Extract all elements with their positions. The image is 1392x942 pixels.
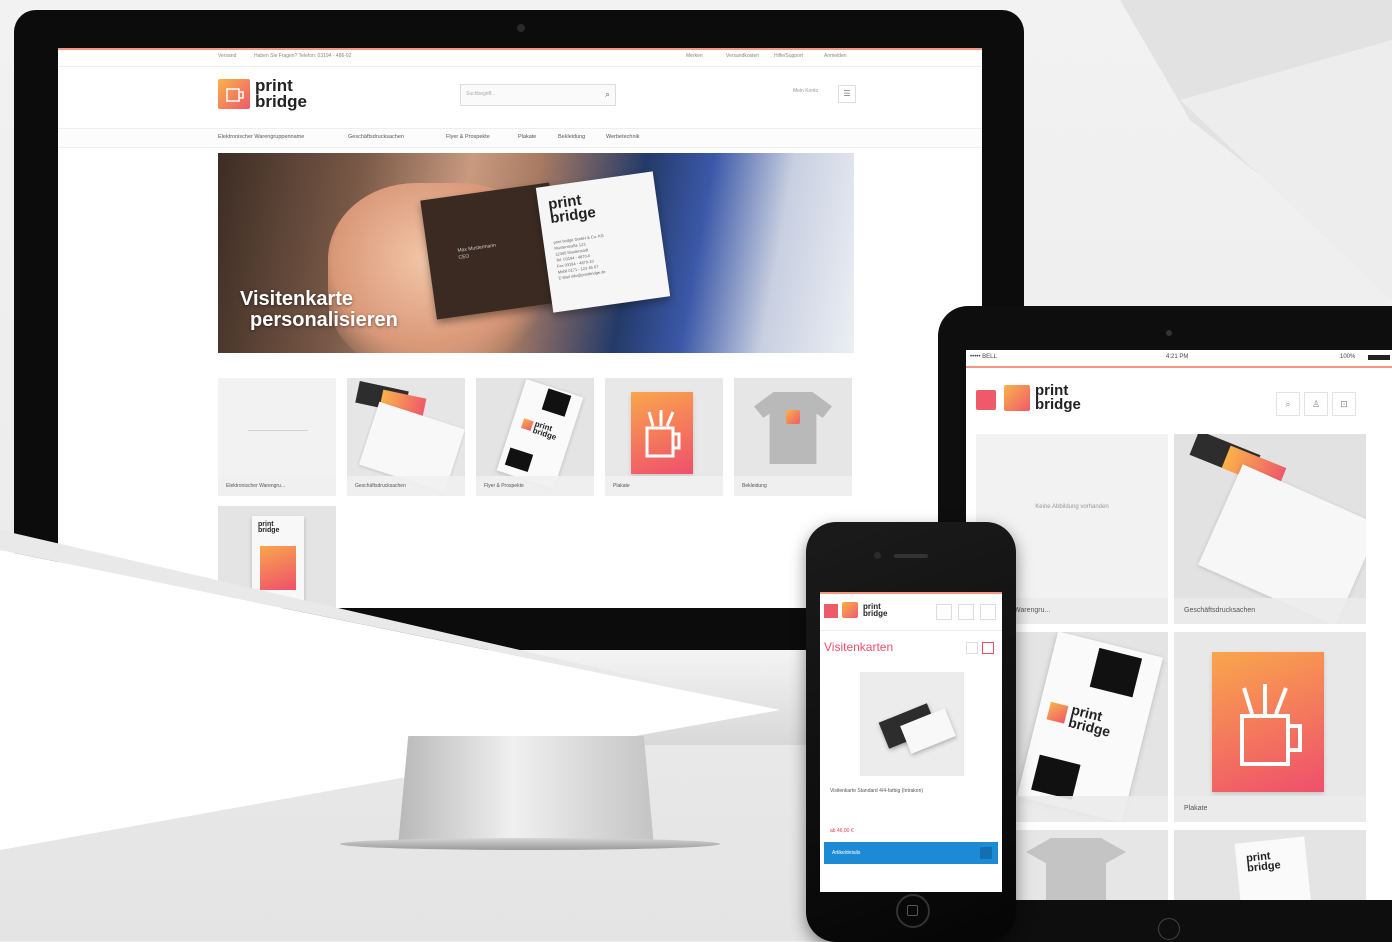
- account-link[interactable]: Mein Konto: [793, 88, 818, 94]
- search-icon[interactable]: ⌕: [1276, 392, 1300, 416]
- product-image[interactable]: [860, 672, 964, 776]
- accent-line: [820, 592, 1002, 594]
- category-label: Elektronischer Warengru...: [218, 476, 336, 496]
- nav-item-geschaeftsdrucksachen[interactable]: Geschäftsdrucksachen: [348, 134, 404, 140]
- decorative-swoosh: [0, 530, 780, 850]
- poster-mug-icon: [1212, 652, 1324, 792]
- product-description[interactable]: Visitenkarte Standard 4/4-farbig (Intrak…: [830, 788, 923, 794]
- search-placeholder: Suchbegriff...: [466, 91, 496, 97]
- grid-view-icon[interactable]: [982, 642, 994, 654]
- category-tile-flyer[interactable]: print bridge Flyer & Prospekte: [476, 378, 594, 496]
- flyer-icon: print bridge: [1017, 632, 1163, 822]
- category-tile-warengruppe[interactable]: Elektronischer Warengru...: [218, 378, 336, 496]
- chevron-right-icon: [980, 847, 992, 859]
- search-input[interactable]: Suchbegriff... ⌕: [460, 84, 616, 106]
- site-logo[interactable]: print bridge: [218, 77, 307, 111]
- business-card-front: print bridge print bridge GmbH & Co. KG …: [535, 171, 671, 313]
- search-icon[interactable]: ⌕: [605, 89, 610, 100]
- status-carrier: ••••• BELL: [970, 354, 997, 360]
- menu-icon[interactable]: [824, 604, 838, 618]
- menu-icon[interactable]: [976, 390, 996, 410]
- phone-home-button: [896, 894, 930, 928]
- tablet-website: ••••• BELL 4:21 PM 100% print bridge ⌕ ♙…: [966, 350, 1392, 900]
- page-title: Visitenkarten: [824, 640, 894, 654]
- nav-item-werbetechnik[interactable]: Werbetechnik: [606, 134, 640, 140]
- category-label: Plakate: [605, 476, 723, 496]
- phone-speaker: [894, 554, 928, 558]
- cart-icon[interactable]: [980, 604, 996, 620]
- search-icon[interactable]: [936, 604, 952, 620]
- placeholder-line: [248, 430, 308, 431]
- topbar-link-versandkosten[interactable]: Versandkosten: [726, 53, 759, 59]
- tablet-logo[interactable]: print bridge: [1004, 383, 1081, 413]
- top-bar: Versand Haben Sie Fragen? Telefon: 03194…: [58, 48, 982, 67]
- tablet-home-button: [1158, 918, 1180, 940]
- phone-logo[interactable]: print bridge: [842, 602, 887, 618]
- logo-text-bridge: bridge: [863, 609, 888, 618]
- logo-mark-icon: [218, 78, 250, 109]
- tablet-camera: [1166, 330, 1172, 336]
- tshirt-icon: [1026, 838, 1126, 900]
- tshirt-print-icon: [786, 410, 800, 424]
- divider: [820, 630, 1002, 631]
- phone-camera: [874, 552, 881, 559]
- category-tile-plakate[interactable]: Plakate: [605, 378, 723, 496]
- nav-item-plakate[interactable]: Plakate: [518, 134, 536, 140]
- category-label: Bekleidung: [734, 476, 852, 496]
- monitor-stand: [398, 736, 654, 846]
- phone-website: print bridge Visitenkarten Visitenkarte …: [820, 592, 1002, 892]
- battery-icon: [1368, 355, 1390, 360]
- nav-item-bekleidung[interactable]: Bekleidung: [558, 134, 585, 140]
- hero-title-line2: personalisieren: [250, 309, 398, 331]
- nav-item-warengruppe[interactable]: Elektronischer Warengruppenname: [218, 134, 304, 140]
- details-button-label: Artikeldetails: [832, 850, 861, 856]
- product-price: ab 46,00 €: [830, 828, 854, 834]
- tablet-tile-plakate[interactable]: Plakate: [1174, 632, 1366, 822]
- topbar-link-versand[interactable]: Versand: [218, 53, 236, 59]
- no-image-text: Keine Abbildung vorhanden: [1035, 504, 1109, 510]
- main-navigation: Elektronischer Warengruppenname Geschäft…: [58, 128, 982, 148]
- logo-text-bridge: bridge: [255, 91, 307, 111]
- category-label: Flyer & Prospekte: [476, 476, 594, 496]
- hero-banner[interactable]: Max Mustermann CEO print bridge print br…: [218, 153, 854, 353]
- details-button[interactable]: Artikeldetails: [824, 842, 998, 864]
- category-label: Plakate: [1174, 796, 1366, 822]
- tablet-tile-werbetechnik[interactable]: print bridge: [1174, 830, 1366, 900]
- poster-mug-icon: [631, 392, 693, 474]
- flyer-icon: print bridge: [496, 379, 584, 489]
- category-label: Geschäftsdrucksachen: [347, 476, 465, 496]
- monitor-stand-base: [340, 838, 720, 850]
- hero-title: Visitenkarte personalisieren: [240, 289, 398, 331]
- nav-item-flyer[interactable]: Flyer & Prospekte: [446, 134, 490, 140]
- tablet-tile-geschaeftsdrucksachen[interactable]: Geschäftsdrucksachen: [1174, 434, 1366, 624]
- monitor-camera: [517, 24, 525, 32]
- logo-text-bridge: bridge: [1035, 395, 1081, 413]
- category-label: Geschäftsdrucksachen: [1174, 598, 1366, 624]
- cart-icon[interactable]: ☰: [838, 85, 856, 103]
- account-icon[interactable]: ♙: [1304, 392, 1328, 416]
- status-time: 4:21 PM: [1166, 354, 1189, 360]
- logo-mark-icon: [842, 602, 858, 618]
- card-logo-bridge: bridge: [548, 203, 597, 227]
- topbar-hotline: Haben Sie Fragen? Telefon: 03194 - 486-9…: [254, 53, 352, 59]
- phone-device: print bridge Visitenkarten Visitenkarte …: [806, 522, 1016, 942]
- topbar-link-hilfe[interactable]: Hilfe/Support: [774, 53, 803, 59]
- category-tile-bekleidung[interactable]: Bekleidung: [734, 378, 852, 496]
- status-battery: 100%: [1340, 354, 1356, 360]
- cart-icon[interactable]: ⊡: [1332, 392, 1356, 416]
- topbar-link-anmelden[interactable]: Anmelden: [824, 53, 847, 59]
- account-icon[interactable]: [958, 604, 974, 620]
- hero-title-line1: Visitenkarte: [240, 288, 354, 310]
- tablet-status-bar: ••••• BELL 4:21 PM 100%: [966, 350, 1392, 368]
- list-view-icon[interactable]: [966, 642, 978, 654]
- topbar-link-merken[interactable]: Merken: [686, 53, 703, 59]
- rollup-icon: print bridge: [1234, 836, 1312, 900]
- category-tile-geschaeftsdrucksachen[interactable]: Geschäftsdrucksachen: [347, 378, 465, 496]
- tshirt-icon: [754, 392, 832, 464]
- logo-mark-icon: [1004, 384, 1030, 411]
